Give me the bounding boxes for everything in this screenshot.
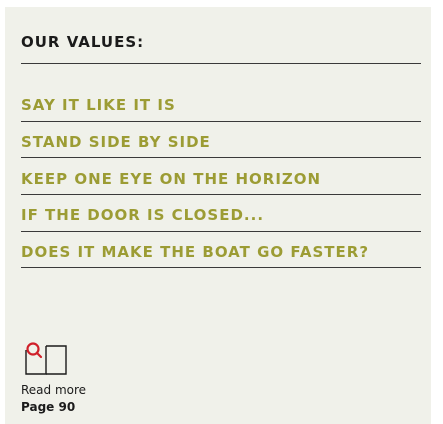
divider — [21, 231, 421, 232]
values-panel: OUR VALUES: SAY IT LIKE IT IS STAND SIDE… — [5, 7, 431, 424]
divider — [21, 267, 421, 268]
page-reference: Page 90 — [21, 400, 76, 414]
value-item-2: STAND SIDE BY SIDE — [21, 133, 211, 151]
value-item-3: KEEP ONE EYE ON THE HORIZON — [21, 170, 322, 188]
divider — [21, 157, 421, 158]
divider — [21, 194, 421, 195]
read-more-link[interactable]: Read more — [21, 383, 86, 397]
book-magnifier-icon[interactable] — [21, 341, 71, 377]
divider — [21, 121, 421, 122]
divider — [21, 63, 421, 64]
values-heading: OUR VALUES: — [21, 33, 145, 51]
value-item-4: IF THE DOOR IS CLOSED... — [21, 206, 265, 224]
value-item-1: SAY IT LIKE IT IS — [21, 96, 176, 114]
value-item-5: DOES IT MAKE THE BOAT GO FASTER? — [21, 243, 370, 261]
